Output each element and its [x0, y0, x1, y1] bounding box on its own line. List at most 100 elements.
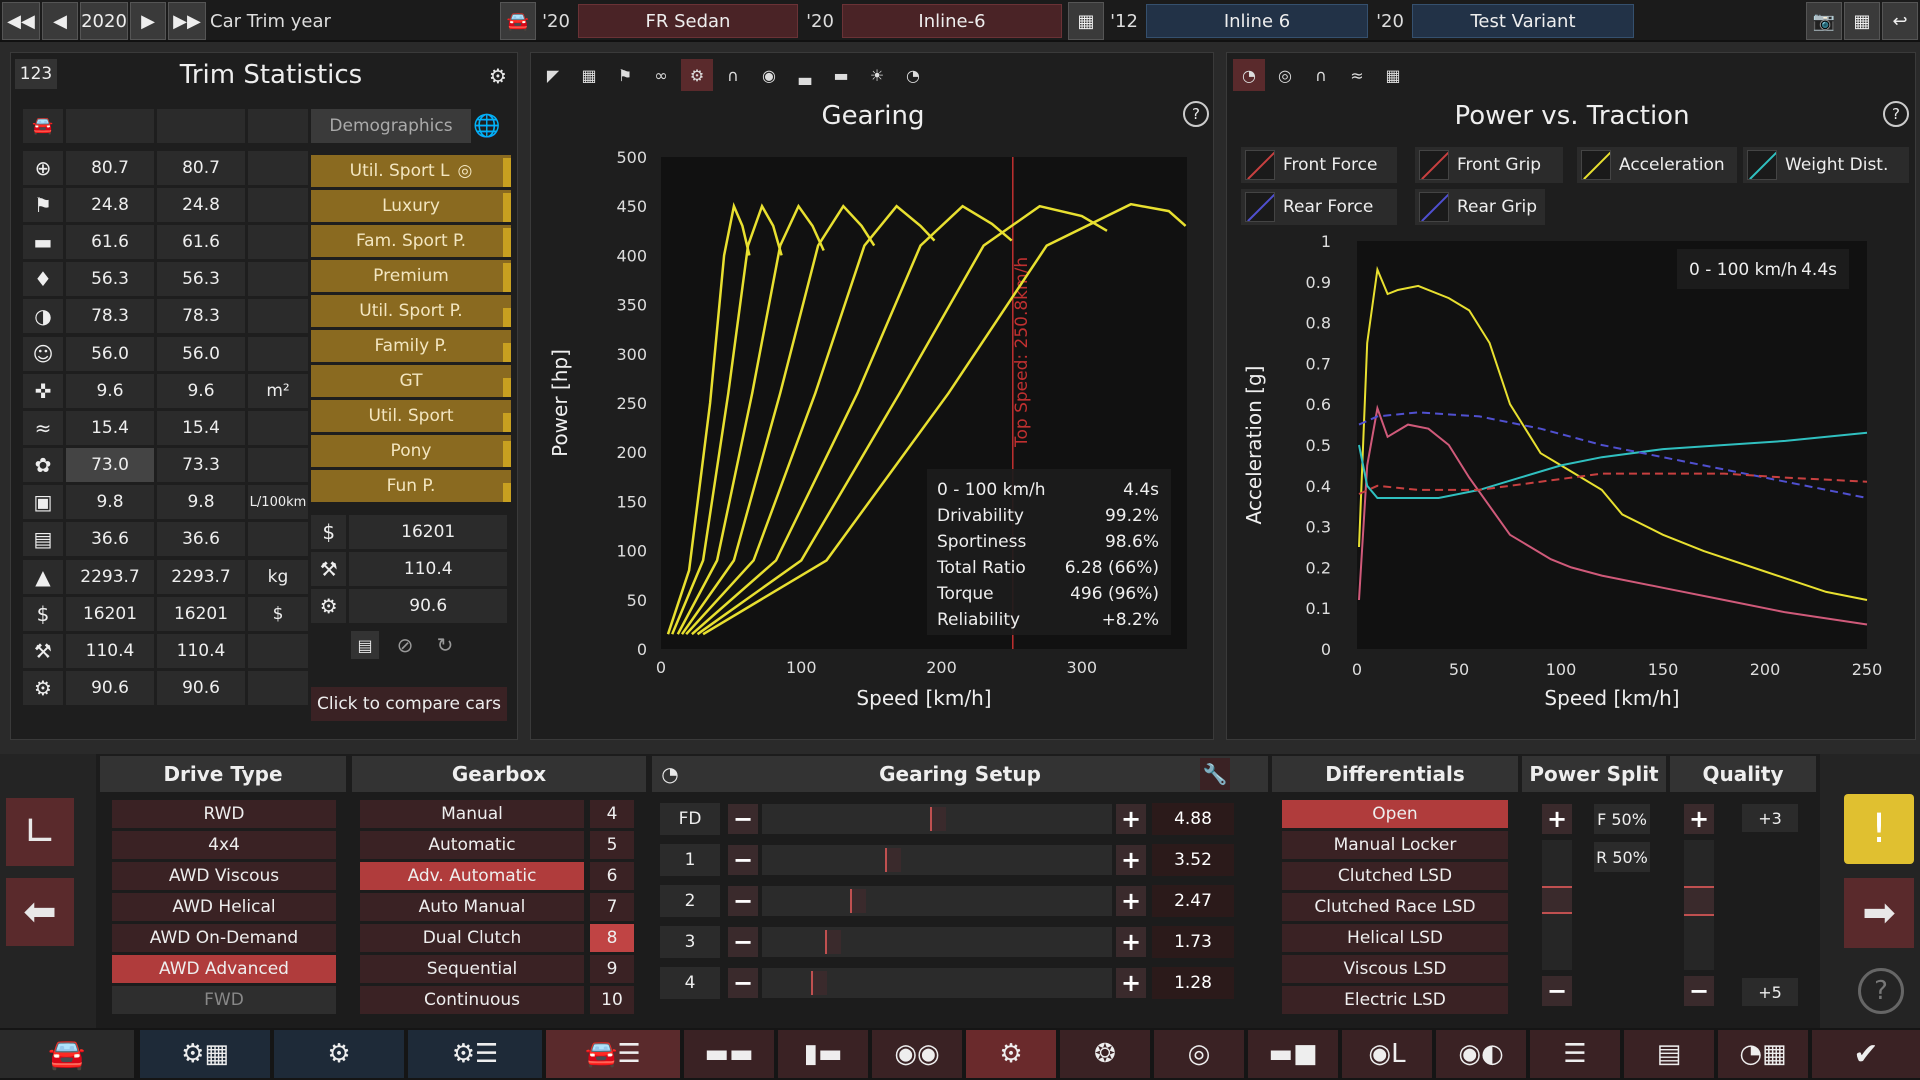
- quality-minus-button[interactable]: −: [1684, 976, 1714, 1006]
- first-year-button[interactable]: ◀◀: [2, 2, 40, 40]
- quality-slider[interactable]: [1684, 840, 1714, 970]
- clear-icon[interactable]: ⊘: [391, 631, 419, 659]
- back-icon[interactable]: ↩: [1882, 2, 1918, 40]
- body-selector[interactable]: FR Sedan: [578, 4, 798, 38]
- demographic-item[interactable]: Util. Sport P.: [311, 295, 511, 327]
- gear-ratio-slider[interactable]: [762, 968, 1112, 998]
- gear-ratio-value[interactable]: 1.28: [1152, 967, 1234, 999]
- gear-ratio-minus-button[interactable]: −: [728, 968, 758, 998]
- gear-ratio-plus-button[interactable]: +: [1116, 804, 1146, 834]
- drive-type-option[interactable]: FWD: [112, 986, 336, 1014]
- gear-ratio-value[interactable]: 4.88: [1152, 803, 1234, 835]
- nav-car-icon[interactable]: 🚘: [0, 1030, 134, 1078]
- gear-ratio-plus-button[interactable]: +: [1116, 886, 1146, 916]
- nav-wheels-icon[interactable]: ❂: [1060, 1030, 1150, 1078]
- differential-option[interactable]: Viscous LSD: [1282, 955, 1508, 983]
- power-split-knob[interactable]: [1542, 886, 1572, 914]
- gear-count-option[interactable]: 4: [590, 800, 634, 828]
- compare-cars-button[interactable]: Click to compare cars: [311, 687, 507, 721]
- gearbox-option[interactable]: Sequential: [360, 955, 584, 983]
- nav-trim-icon[interactable]: 🚘☰: [546, 1030, 680, 1078]
- table-icon[interactable]: ▦: [1844, 2, 1880, 40]
- demographic-item[interactable]: Premium: [311, 260, 511, 292]
- next-arrow-icon[interactable]: ➡: [1844, 878, 1914, 948]
- gear-ratio-knob[interactable]: [811, 971, 827, 995]
- nav-fixtures-icon[interactable]: ◉◉: [872, 1030, 962, 1078]
- gearbox-option[interactable]: Dual Clutch: [360, 924, 584, 952]
- nav-interior-icon[interactable]: ▮▬: [778, 1030, 868, 1078]
- gear-ratio-plus-button[interactable]: +: [1116, 845, 1146, 875]
- gearbox-option[interactable]: Adv. Automatic: [360, 862, 584, 890]
- drive-type-option[interactable]: 4x4: [112, 831, 336, 859]
- gear-ratio-value[interactable]: 2.47: [1152, 885, 1234, 917]
- power-split-minus-button[interactable]: −: [1542, 976, 1572, 1006]
- help-icon[interactable]: ?: [1858, 968, 1904, 1014]
- gear-count-option[interactable]: 7: [590, 893, 634, 921]
- quality-plus-button[interactable]: +: [1684, 804, 1714, 834]
- nav-chassis-icon[interactable]: ⚙▦: [140, 1030, 270, 1078]
- gear-count-option[interactable]: 10: [590, 986, 634, 1014]
- gear-ratio-knob[interactable]: [930, 807, 946, 831]
- gear-ratio-minus-button[interactable]: −: [728, 804, 758, 834]
- gear-count-option[interactable]: 5: [590, 831, 634, 859]
- gear-ratio-minus-button[interactable]: −: [728, 845, 758, 875]
- demographic-item[interactable]: Util. Sport L ◎: [311, 155, 511, 187]
- nav-finish-checkmark-icon[interactable]: ✔: [1812, 1030, 1920, 1078]
- reset-icon[interactable]: ↻: [431, 631, 459, 659]
- demographic-item[interactable]: Family P.: [311, 330, 511, 362]
- differential-option[interactable]: Electric LSD: [1282, 986, 1508, 1014]
- gear-ratio-value[interactable]: 1.73: [1152, 926, 1234, 958]
- next-year-button[interactable]: ▶: [130, 2, 166, 40]
- gear-ratio-plus-button[interactable]: +: [1116, 968, 1146, 998]
- notes-icon[interactable]: ▤: [351, 631, 379, 659]
- nav-safety-icon[interactable]: ◉◐: [1436, 1030, 1526, 1078]
- gear-count-option[interactable]: 6: [590, 862, 634, 890]
- variant-selector[interactable]: Test Variant: [1412, 4, 1634, 38]
- gear-ratio-knob[interactable]: [884, 848, 901, 872]
- demographic-item[interactable]: GT: [311, 365, 511, 397]
- demographic-item[interactable]: Fam. Sport P.: [311, 225, 511, 257]
- demographic-item[interactable]: Fun P.: [311, 470, 511, 502]
- gear-ratio-value[interactable]: 3.52: [1152, 844, 1234, 876]
- demographic-item[interactable]: Luxury: [311, 190, 511, 222]
- drive-type-option[interactable]: RWD: [112, 800, 336, 828]
- nav-body-icon[interactable]: ▬▬: [684, 1030, 774, 1078]
- prev-year-button[interactable]: ◀: [42, 2, 78, 40]
- gear-ratio-slider[interactable]: [762, 927, 1112, 957]
- wrench-icon[interactable]: 🔧: [1200, 758, 1230, 790]
- engine-selector[interactable]: Inline-6: [842, 4, 1062, 38]
- gearbox-option[interactable]: Automatic: [360, 831, 584, 859]
- gear-count-option[interactable]: 8: [590, 924, 634, 952]
- quality-knob[interactable]: [1684, 886, 1714, 916]
- gear-ratio-slider[interactable]: [762, 886, 1112, 916]
- differential-option[interactable]: Helical LSD: [1282, 924, 1508, 952]
- gearbox-option[interactable]: Auto Manual: [360, 893, 584, 921]
- differential-option[interactable]: Open: [1282, 800, 1508, 828]
- nav-test-track-icon[interactable]: ◔▦: [1718, 1030, 1808, 1078]
- nav-aero-icon[interactable]: ▬■: [1248, 1030, 1338, 1078]
- year-field[interactable]: 2020: [80, 2, 128, 40]
- nav-steering-icon[interactable]: ◉L: [1342, 1030, 1432, 1078]
- gear-ratio-slider[interactable]: [762, 845, 1112, 875]
- gear-ratio-knob[interactable]: [849, 889, 866, 913]
- chart-axis-icon[interactable]: ∟: [6, 798, 74, 866]
- nav-engine-tune-icon[interactable]: ⚙☰: [408, 1030, 542, 1078]
- power-split-plus-button[interactable]: +: [1542, 804, 1572, 834]
- gear-ratio-minus-button[interactable]: −: [728, 886, 758, 916]
- demographic-item[interactable]: Pony: [311, 435, 511, 467]
- gearbox-option[interactable]: Continuous: [360, 986, 584, 1014]
- globe-icon[interactable]: 🌐: [471, 109, 503, 143]
- target-icon[interactable]: ◎: [458, 161, 473, 181]
- gear-count-option[interactable]: 9: [590, 955, 634, 983]
- last-year-button[interactable]: ▶▶: [168, 2, 206, 40]
- drive-type-option[interactable]: AWD On-Demand: [112, 924, 336, 952]
- gauge-icon[interactable]: ◔: [656, 760, 684, 788]
- car-model-icon[interactable]: 🚘: [500, 2, 536, 40]
- power-split-slider[interactable]: [1542, 840, 1572, 970]
- gear-ratio-plus-button[interactable]: +: [1116, 927, 1146, 957]
- settings-gear-icon[interactable]: ⚙: [483, 61, 513, 91]
- nav-engine-icon[interactable]: ⚙: [274, 1030, 404, 1078]
- drive-type-option[interactable]: AWD Advanced: [112, 955, 336, 983]
- gearbox-option[interactable]: Manual: [360, 800, 584, 828]
- nav-costs-icon[interactable]: ▤: [1624, 1030, 1714, 1078]
